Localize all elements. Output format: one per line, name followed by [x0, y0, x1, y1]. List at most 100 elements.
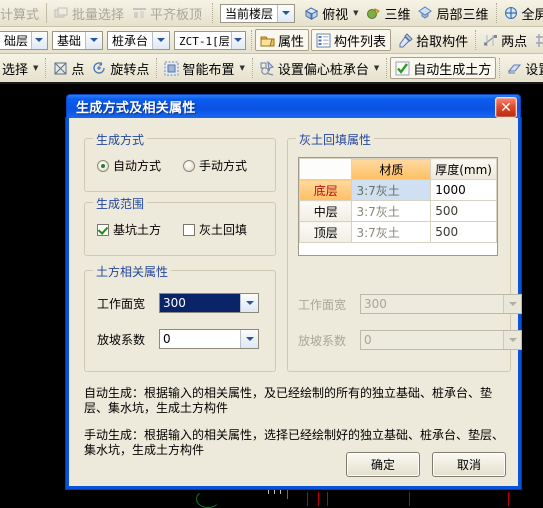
toolbar-button-fullscreen[interactable]: 全屏: [500, 2, 543, 24]
chevron-down-icon[interactable]: [231, 32, 245, 49]
cell-material[interactable]: 3:7灰土: [352, 222, 431, 243]
row-header-layer[interactable]: 中层: [300, 201, 352, 222]
table: 材质 厚度(mm) 底层 3:7灰土 1000 中层: [299, 158, 497, 243]
dialog-titlebar[interactable]: 生成方式及相关属性 ✕: [66, 94, 521, 118]
two-point-icon: [483, 33, 498, 48]
cell-material[interactable]: 3:7灰土: [352, 180, 431, 201]
toolbar-label: 点: [71, 59, 84, 78]
toolbar-label: 属性: [278, 31, 304, 50]
chevron-down-icon[interactable]: [85, 32, 102, 49]
group-label: 生成范围: [93, 195, 147, 212]
toolbar-button-auto-earthwork[interactable]: 自动生成土方: [390, 57, 496, 79]
toolbar-row-1: 计算式 批量选择 平齐板顶 当前楼层: [0, 0, 543, 27]
radio-dot-icon: [97, 160, 109, 172]
working-face-width-combo[interactable]: 300: [159, 293, 259, 313]
toolbar-separator: [46, 3, 47, 23]
chevron-down-icon[interactable]: [240, 294, 258, 312]
cad-mark: [274, 489, 275, 494]
toolbar-button-properties[interactable]: 属性: [255, 29, 309, 51]
toolbar-button-pick-component[interactable]: 拾取构件: [394, 29, 472, 51]
label-backfill-working-face-width: 工作面宽: [298, 296, 360, 313]
cancel-button[interactable]: 取消: [432, 452, 506, 477]
toolbar-button-batch-select[interactable]: 批量选择: [50, 2, 128, 24]
row-header-layer[interactable]: 顶层: [300, 222, 352, 243]
toolbar-label: 两点: [501, 31, 527, 50]
chevron-down-icon[interactable]: [152, 32, 169, 49]
radio-label: 自动方式: [113, 157, 161, 174]
component-type-combo[interactable]: 桩承台: [107, 31, 170, 50]
toolbar-button-align-slab-top[interactable]: 平齐板顶: [128, 2, 206, 24]
category-select-combo[interactable]: 基础: [52, 31, 103, 50]
toolbar-label: 批量选择: [72, 4, 124, 23]
toolbar-button-point[interactable]: 点: [49, 57, 88, 79]
toolbar-row-3: 选择 ▼ 点 旋转点 智能布置 ▼: [0, 54, 543, 84]
toolbar-button-set-all[interactable]: 设置所7: [503, 57, 543, 79]
label-working-face-width: 工作面宽: [97, 295, 159, 312]
cell-material[interactable]: 3:7灰土: [352, 201, 431, 222]
cad-mark: [268, 489, 269, 494]
toolbar-button-three-d[interactable]: 三维: [362, 2, 414, 24]
chevron-down-icon[interactable]: ▼: [374, 65, 379, 72]
toolbar-button-two-point[interactable]: 两点: [479, 29, 531, 51]
table-header-material[interactable]: 材质: [352, 159, 431, 180]
close-icon[interactable]: ✕: [495, 97, 517, 118]
ok-button[interactable]: 确定: [346, 452, 420, 477]
checkbox-label: 基坑土方: [113, 221, 161, 238]
toolbar-separator: [45, 58, 46, 78]
toolbar-button-eccentric-cap[interactable]: 设置偏心桩承台 ▼: [256, 57, 383, 79]
toolbar-button-local-three-d[interactable]: 局部三维: [414, 2, 492, 24]
toolbar-area: 计算式 批量选择 平齐板顶 当前楼层: [0, 0, 543, 84]
slope-coefficient-value[interactable]: 0: [160, 330, 240, 348]
chevron-down-icon[interactable]: ▼: [33, 65, 38, 72]
cell-thickness[interactable]: 500: [431, 201, 497, 222]
row-header-layer[interactable]: 底层: [300, 180, 352, 201]
radio-auto-mode[interactable]: 自动方式: [97, 157, 161, 174]
dialog-button-row: 确定 取消: [346, 452, 506, 477]
component-name-combo[interactable]: ZCT-1[层!: [174, 31, 246, 50]
cad-mark: [280, 489, 281, 494]
cell-thickness[interactable]: 1000: [431, 180, 497, 201]
table-row[interactable]: 中层 3:7灰土 500: [300, 201, 497, 222]
label-slope-coefficient: 放坡系数: [97, 331, 159, 348]
layer-select-combo[interactable]: 础层: [0, 31, 48, 50]
cad-arc-mark: [196, 490, 220, 508]
toolbar-button-component-list[interactable]: 构件列表: [311, 29, 391, 51]
group-generation-scope: 生成范围 基坑土方 灰土回填: [84, 202, 276, 256]
working-face-width-value[interactable]: 300: [160, 294, 240, 312]
checkbox-foundation-pit-earthwork[interactable]: 基坑土方: [97, 221, 161, 238]
group-earthwork-properties: 土方相关属性 工作面宽 300 放坡系数 0: [84, 270, 276, 372]
cad-mark: [409, 492, 410, 506]
set-all-icon: [507, 61, 522, 76]
chevron-down-icon[interactable]: ▼: [239, 65, 244, 72]
chevron-down-icon[interactable]: [277, 5, 294, 22]
chevron-down-icon[interactable]: [240, 330, 258, 348]
checkbox-lime-soil-backfill[interactable]: 灰土回填: [183, 221, 247, 238]
toolbar-button-grid[interactable]: [531, 29, 543, 51]
table-row[interactable]: 顶层 3:7灰土 500: [300, 222, 497, 243]
toolbar-button-top-view[interactable]: 俯视 ▼: [300, 2, 362, 24]
chevron-down-icon[interactable]: ▼: [353, 10, 358, 17]
cell-thickness[interactable]: 500: [431, 222, 497, 243]
smart-layout-icon: [164, 61, 179, 76]
toolbar-separator: [251, 30, 252, 50]
backfill-layers-table[interactable]: 材质 厚度(mm) 底层 3:7灰土 1000 中层: [298, 157, 498, 256]
cad-mark: [327, 492, 328, 506]
dialog-title: 生成方式及相关属性: [67, 97, 196, 116]
floor-select-value: 当前楼层: [221, 5, 277, 22]
component-name-value: ZCT-1[层!: [175, 32, 231, 49]
toolbar-separator: [496, 3, 497, 23]
toolbar-button-formula[interactable]: 计算式: [0, 2, 43, 24]
toolbar-separator: [499, 58, 500, 78]
toolbar-button-select[interactable]: 选择 ▼: [0, 57, 42, 79]
radio-manual-mode[interactable]: 手动方式: [183, 157, 247, 174]
floor-select-combo[interactable]: 当前楼层: [220, 4, 295, 23]
pick-component-icon: [398, 33, 413, 48]
table-header-thickness[interactable]: 厚度(mm): [431, 159, 497, 180]
toolbar-button-smart-layout[interactable]: 智能布置 ▼: [160, 57, 248, 79]
toolbar-label: 设置所7: [525, 59, 543, 78]
slope-coefficient-combo[interactable]: 0: [159, 329, 259, 349]
chevron-down-icon[interactable]: [31, 32, 47, 49]
toolbar-button-rotate-point[interactable]: 旋转点: [88, 57, 153, 79]
table-row[interactable]: 底层 3:7灰土 1000: [300, 180, 497, 201]
group-generation-method: 生成方式 自动方式 手动方式: [84, 138, 276, 192]
